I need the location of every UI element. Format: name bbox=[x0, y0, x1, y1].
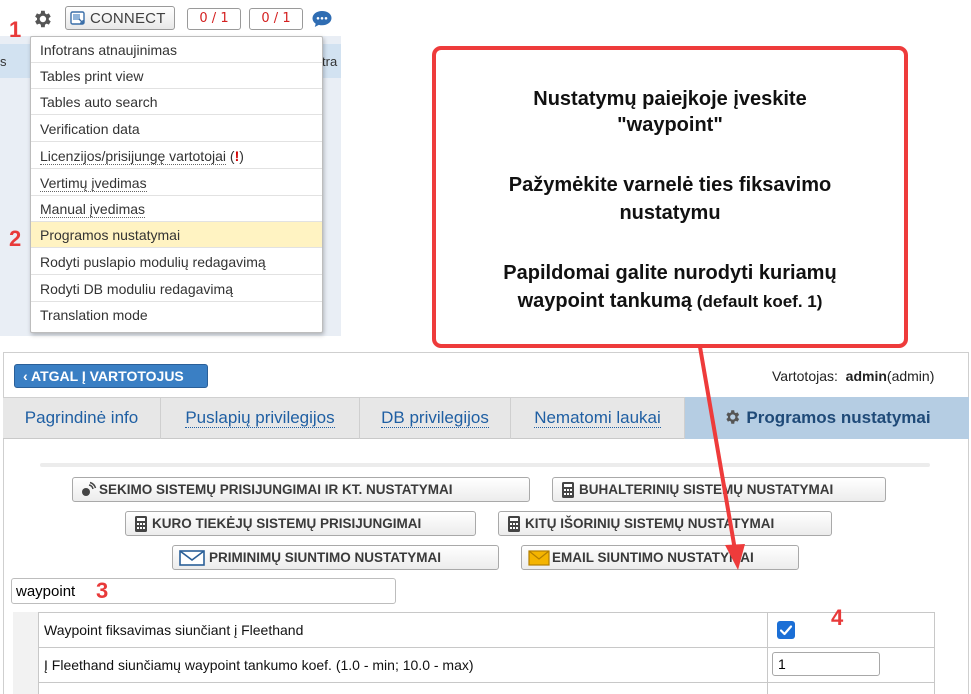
callout-text: waypoint tankumą bbox=[517, 290, 693, 312]
satellite-icon bbox=[82, 481, 97, 496]
menu-item-label: ) bbox=[239, 148, 244, 164]
step-number: 4 bbox=[831, 605, 844, 630]
chat-icon[interactable] bbox=[311, 9, 333, 29]
email-settings-button[interactable]: EMAIL SIUNTIMO NUSTATYMAI bbox=[521, 545, 799, 570]
setting-label bbox=[39, 683, 768, 694]
waypoint-density-input[interactable] bbox=[772, 652, 880, 676]
menu-item-translations-input[interactable]: Vertimų įvedimas bbox=[31, 170, 322, 196]
callout-line: Papildomai galite nurodyti kuriamų bbox=[503, 262, 837, 284]
waypoint-tracking-checkbox[interactable] bbox=[777, 621, 795, 639]
menu-item-db-modules-edit[interactable]: Rodyti DB moduliu redagavimą bbox=[31, 276, 322, 302]
menu-item-label: Programos nustatymai bbox=[40, 227, 181, 243]
tab-label: Nematomi laukai bbox=[534, 408, 661, 428]
connect-label: CONNECT bbox=[90, 9, 166, 27]
tab-page-privileges[interactable]: Puslapių privilegijos bbox=[161, 397, 360, 439]
menu-item-tables-auto-search[interactable]: Tables auto search bbox=[31, 89, 322, 115]
settings-search-input[interactable] bbox=[11, 578, 396, 604]
calculator-icon bbox=[562, 482, 574, 498]
menu-item-label: Tables auto search bbox=[40, 94, 158, 110]
table-row bbox=[38, 682, 935, 694]
menu-item-verification-data[interactable]: Verification data bbox=[31, 116, 322, 142]
external-systems-button[interactable]: KITŲ IŠORINIŲ SISTEMŲ NUSTATYMAI bbox=[498, 511, 832, 536]
button-label: SEKIMO SISTEMŲ PRISIJUNGIMAI IR KT. NUST… bbox=[99, 482, 453, 497]
counter-badge[interactable]: 0 / 1 bbox=[249, 8, 303, 30]
menu-item-label: Infotrans atnaujinimas bbox=[40, 42, 177, 58]
calculator-icon bbox=[508, 516, 520, 532]
current-user: Vartotojas: admin(admin) bbox=[772, 368, 934, 384]
reminders-settings-button[interactable]: PRIMINIMŲ SIUNTIMO NUSTATYMAI bbox=[172, 545, 499, 570]
arrow-icon bbox=[698, 346, 745, 570]
callout-line: Pažymėkite varnelė ties fiksavimo bbox=[508, 174, 832, 196]
tab-label: Puslapių privilegijos bbox=[185, 408, 335, 428]
menu-item-label: Rodyti puslapio modulių redagavimą bbox=[40, 254, 266, 270]
tab-main-info[interactable]: Pagrindinė info bbox=[3, 397, 161, 439]
menu-item-tables-print-view[interactable]: Tables print view bbox=[31, 63, 322, 89]
background-header-fragment: s bbox=[0, 54, 7, 69]
menu-item-translation-mode[interactable]: Translation mode bbox=[31, 302, 322, 328]
step-number: 3 bbox=[96, 578, 109, 603]
counter-badge[interactable]: 0 / 1 bbox=[187, 8, 241, 30]
user-name: admin bbox=[845, 368, 887, 384]
gear-icon[interactable] bbox=[31, 8, 53, 30]
setting-label: Į Fleethand siunčiamų waypoint tankumo k… bbox=[39, 648, 768, 682]
button-label: PRIMINIMŲ SIUNTIMO NUSTATYMAI bbox=[209, 550, 441, 565]
callout-line: waypoint tankumą (default koef. 1) bbox=[436, 290, 904, 313]
menu-item-label: ( bbox=[226, 148, 235, 164]
callout-line: nustatymu bbox=[619, 202, 721, 224]
tab-label: Pagrindinė info bbox=[24, 408, 139, 427]
menu-item-label: Tables print view bbox=[40, 68, 144, 84]
background-header-fragment: tra bbox=[322, 54, 338, 69]
tab-label: Programos nustatymai bbox=[746, 408, 931, 427]
callout-line: Nustatymų paiejkoje įveskite bbox=[533, 88, 807, 110]
menu-item-label: Rodyti DB moduliu redagavimą bbox=[40, 281, 233, 297]
table-indent bbox=[13, 612, 38, 694]
connect-button[interactable]: CONNECT bbox=[65, 6, 175, 30]
callout-note: (default koef. 1) bbox=[692, 292, 823, 311]
back-to-users-button[interactable]: ‹ ATGAL Į VARTOTOJUS bbox=[14, 364, 208, 388]
menu-item-label: Verification data bbox=[40, 121, 140, 137]
menu-item-infotrans-update[interactable]: Infotrans atnaujinimas bbox=[31, 37, 322, 63]
table-row: Waypoint fiksavimas siunčiant į Fleethan… bbox=[38, 612, 935, 648]
menu-item-label: Translation mode bbox=[40, 307, 148, 323]
menu-item-label: Manual įvedimas bbox=[40, 201, 146, 218]
menu-item-licenses[interactable]: Licenzijos/prisijungę vartotojai (!) bbox=[31, 143, 322, 169]
instruction-callout: Nustatymų paiejkoje įveskite "waypoint" … bbox=[432, 46, 908, 348]
settings-dropdown-menu: Infotrans atnaujinimas Tables print view… bbox=[30, 36, 323, 333]
tracking-systems-button[interactable]: SEKIMO SISTEMŲ PRISIJUNGIMAI IR KT. NUST… bbox=[72, 477, 530, 502]
connect-icon bbox=[70, 11, 85, 25]
step-number: 1 bbox=[9, 17, 22, 42]
menu-item-label: Vertimų įvedimas bbox=[40, 175, 147, 192]
checkmark-icon bbox=[779, 625, 793, 636]
callout-line: "waypoint" bbox=[617, 114, 723, 136]
user-caption: Vartotojas: bbox=[772, 368, 838, 384]
envelope-icon bbox=[528, 550, 550, 566]
table-row: Į Fleethand siunčiamų waypoint tankumo k… bbox=[38, 647, 935, 683]
fuel-suppliers-button[interactable]: KURO TIEKĖJŲ SISTEMŲ PRISIJUNGIMAI bbox=[125, 511, 476, 536]
tab-hidden-fields[interactable]: Nematomi laukai bbox=[511, 397, 685, 439]
menu-item-label: Licenzijos/prisijungę vartotojai bbox=[40, 148, 226, 165]
menu-item-manual-input[interactable]: Manual įvedimas bbox=[31, 196, 322, 222]
tab-db-privileges[interactable]: DB privilegijos bbox=[360, 397, 511, 439]
divider bbox=[40, 463, 930, 467]
envelope-icon bbox=[179, 550, 205, 566]
setting-label: Waypoint fiksavimas siunčiant į Fleethan… bbox=[39, 613, 768, 647]
menu-item-page-modules-edit[interactable]: Rodyti puslapio modulių redagavimą bbox=[31, 249, 322, 275]
calculator-icon bbox=[135, 516, 147, 532]
step-number: 2 bbox=[9, 226, 22, 251]
back-button-label: ATGAL Į VARTOTOJUS bbox=[31, 368, 184, 384]
button-label: KURO TIEKĖJŲ SISTEMŲ PRISIJUNGIMAI bbox=[152, 516, 422, 531]
menu-item-program-settings[interactable]: Programos nustatymai bbox=[31, 222, 322, 248]
user-role: (admin) bbox=[886, 368, 935, 384]
tab-label: DB privilegijos bbox=[381, 408, 489, 428]
